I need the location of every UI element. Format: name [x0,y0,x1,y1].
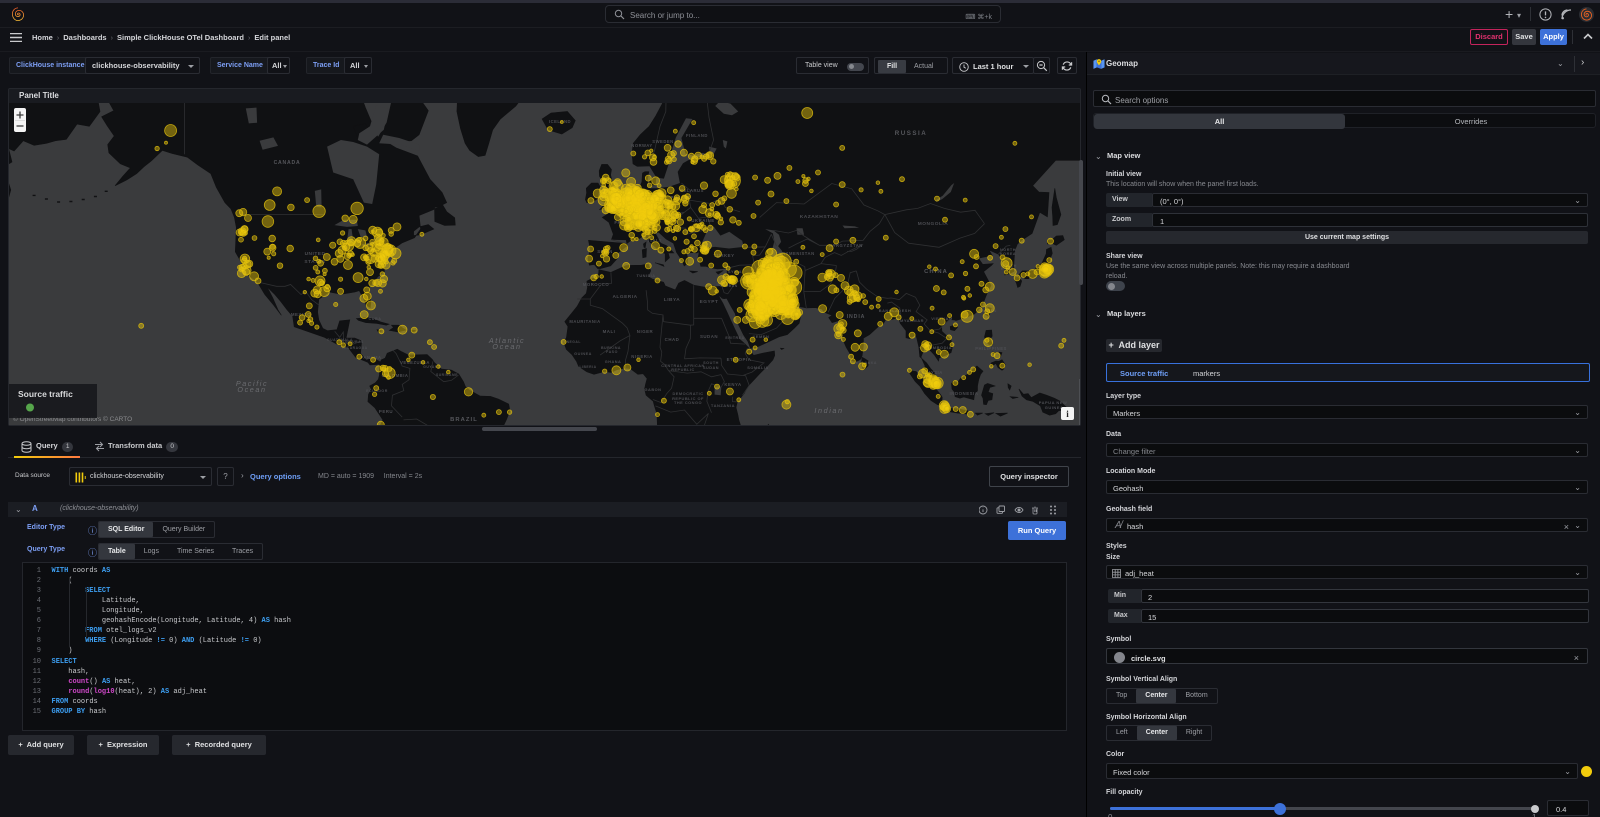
svg-text:CANADA: CANADA [274,160,301,166]
svg-text:INDIA: INDIA [847,314,866,320]
svg-text:FINLAND: FINLAND [686,133,708,138]
svg-text:EGYPT: EGYPT [700,299,719,305]
svg-text:CUBA: CUBA [369,317,382,321]
svg-text:KAZAKHSTAN: KAZAKHSTAN [800,214,839,220]
svg-text:GUINEA: GUINEA [1045,405,1064,410]
svg-text:PERU: PERU [379,409,393,414]
svg-text:MAURITANIA: MAURITANIA [569,319,600,324]
svg-text:GUINEA: GUINEA [574,352,592,356]
svg-text:NICARAGUA: NICARAGUA [342,346,367,350]
svg-text:SUDAN: SUDAN [703,366,719,370]
svg-text:Ocean: Ocean [492,342,521,351]
svg-text:Source traffic: Source traffic [18,389,73,399]
svg-text:CHAD: CHAD [665,337,680,342]
svg-text:LIBERIA: LIBERIA [579,365,596,369]
svg-text:ETHIOPIA: ETHIOPIA [727,357,752,362]
svg-text:KENYA: KENYA [724,382,741,387]
svg-text:PHILIPPINES: PHILIPPINES [975,346,1007,351]
svg-text:MALI: MALI [603,329,616,334]
svg-text:MOROCCO: MOROCCO [583,282,610,287]
svg-text:THE CONGO: THE CONGO [674,400,702,405]
svg-text:SUDAN: SUDAN [700,334,718,339]
svg-text:NORWAY: NORWAY [631,143,652,148]
svg-text:REPUBLIC: REPUBLIC [671,368,694,372]
svg-text:BRAZIL: BRAZIL [450,417,478,423]
svg-text:NIGERIA: NIGERIA [631,354,652,359]
svg-text:KYRGYZSTAN: KYRGYZSTAN [829,243,863,248]
svg-text:ALGERIA: ALGERIA [612,294,637,300]
svg-text:Indian: Indian [814,406,843,415]
svg-text:TANZANIA: TANZANIA [711,403,735,408]
svg-text:NIGER: NIGER [637,329,654,334]
svg-text:GHANA: GHANA [605,360,621,364]
svg-text:SWEDEN: SWEDEN [652,139,673,144]
svg-text:GABON: GABON [645,387,662,392]
svg-text:RUSSIA: RUSSIA [895,130,927,137]
svg-text:Ocean: Ocean [237,385,266,394]
svg-text:FASO: FASO [606,350,618,354]
svg-text:SOMALIA: SOMALIA [747,365,768,370]
svg-text:TUNISIA: TUNISIA [636,273,655,278]
svg-text:ERITREA: ERITREA [725,336,744,340]
svg-text:SOUTH: SOUTH [703,361,719,365]
svg-text:INDONESIA: INDONESIA [950,391,979,396]
svg-text:LIBYA: LIBYA [664,297,680,303]
